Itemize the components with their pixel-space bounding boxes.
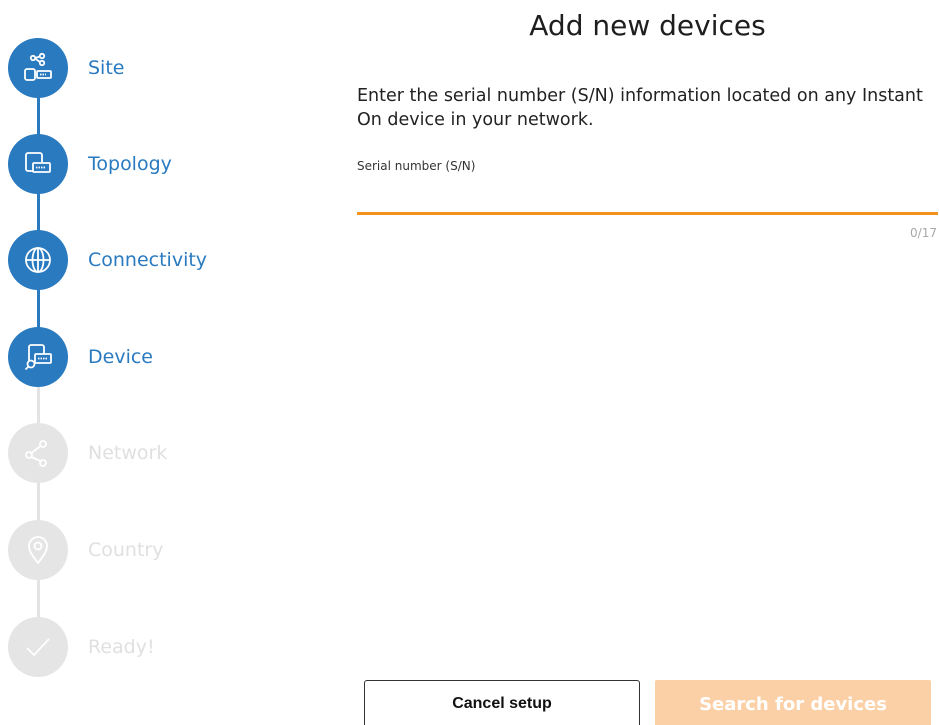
- step-device[interactable]: Device: [8, 327, 153, 387]
- stepper-remaining-line: [37, 368, 40, 648]
- step-country: Country: [8, 520, 163, 580]
- search-for-devices-button[interactable]: Search for devices: [655, 680, 931, 725]
- topology-icon: [8, 134, 68, 194]
- step-topology-label: Topology: [88, 153, 172, 175]
- serial-instructions: Enter the serial number (S/N) informatio…: [357, 86, 923, 130]
- site-devices-icon: [8, 38, 68, 98]
- step-ready-label: Ready!: [88, 636, 155, 658]
- location-pin-icon: [8, 520, 68, 580]
- cancel-setup-button[interactable]: Cancel setup: [364, 680, 640, 725]
- setup-stepper: Site Topology Connectivity Device Networ…: [0, 0, 300, 725]
- step-network-label: Network: [88, 442, 168, 464]
- network-share-icon: [8, 423, 68, 483]
- step-topology[interactable]: Topology: [8, 134, 172, 194]
- step-site-label: Site: [88, 57, 125, 79]
- device-search-icon: [8, 327, 68, 387]
- step-connectivity-label: Connectivity: [88, 249, 208, 271]
- serial-number-input[interactable]: [357, 178, 938, 215]
- step-country-label: Country: [88, 539, 164, 561]
- serial-char-counter: 0/17: [910, 226, 937, 240]
- setup-wizard-page: Site Topology Connectivity Device Networ…: [0, 0, 939, 725]
- step-network: Network: [8, 423, 167, 483]
- step-site[interactable]: Site: [8, 38, 124, 98]
- globe-icon: [8, 230, 68, 290]
- page-title: Add new devices: [529, 9, 766, 42]
- stepper-progress-line: [37, 68, 40, 368]
- step-device-label: Device: [88, 346, 153, 368]
- step-ready: Ready!: [8, 617, 155, 677]
- step-connectivity[interactable]: Connectivity: [8, 230, 207, 290]
- checkmark-icon: [8, 617, 68, 677]
- serial-number-label: Serial number (S/N): [357, 159, 476, 173]
